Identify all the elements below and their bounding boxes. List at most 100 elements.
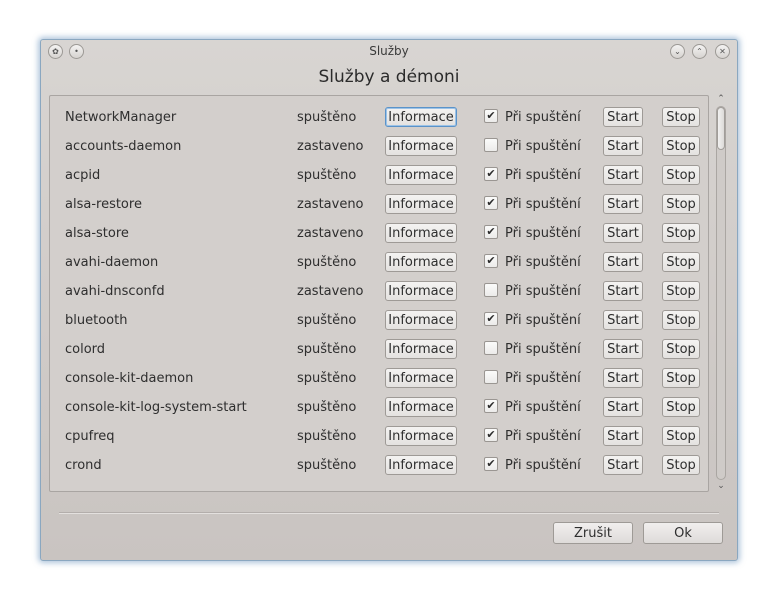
footer-separator bbox=[59, 512, 719, 514]
start-button[interactable]: Start bbox=[603, 223, 643, 243]
on-boot-label[interactable]: Při spuštění bbox=[505, 400, 581, 415]
on-boot-checkbox[interactable] bbox=[484, 138, 498, 152]
service-status: spuštěno bbox=[297, 429, 357, 444]
stop-button[interactable]: Stop bbox=[662, 107, 700, 127]
minimize-icon[interactable]: ⌄ bbox=[670, 44, 685, 59]
info-button[interactable]: Informace bbox=[385, 194, 457, 214]
start-button[interactable]: Start bbox=[603, 165, 643, 185]
stop-button[interactable]: Stop bbox=[662, 310, 700, 330]
service-row: accounts-daemon zastaveno Informace Při spu… bbox=[50, 133, 708, 162]
start-button[interactable]: Start bbox=[603, 194, 643, 214]
maximize-icon[interactable]: ⌃ bbox=[692, 44, 707, 59]
on-boot-checkbox[interactable] bbox=[484, 341, 498, 355]
service-row: alsa-store zastaveno Informace ✔ Při spuštěn… bbox=[50, 220, 708, 249]
service-row: cpufreq spuštěno Informace ✔ Při spuštění Sta… bbox=[50, 423, 708, 452]
service-row: console-kit-log-system-start spuštěno Info… bbox=[50, 394, 708, 423]
service-row: colord spuštěno Informace Při spuštění Start… bbox=[50, 336, 708, 365]
stop-button[interactable]: Stop bbox=[662, 397, 700, 417]
service-status: spuštěno bbox=[297, 400, 357, 415]
service-status: spuštěno bbox=[297, 342, 357, 357]
start-button[interactable]: Start bbox=[603, 455, 643, 475]
on-boot-label[interactable]: Při spuštění bbox=[505, 371, 581, 386]
info-button[interactable]: Informace bbox=[385, 107, 457, 127]
info-button[interactable]: Informace bbox=[385, 397, 457, 417]
on-boot-checkbox[interactable] bbox=[484, 283, 498, 297]
on-boot-checkbox[interactable]: ✔ bbox=[484, 312, 498, 326]
stop-button[interactable]: Stop bbox=[662, 339, 700, 359]
service-status: spuštěno bbox=[297, 458, 357, 473]
services-list: NetworkManager spuštěno Informace ✔ Při spuš… bbox=[49, 95, 709, 492]
service-status: zastaveno bbox=[297, 197, 364, 212]
info-button[interactable]: Informace bbox=[385, 252, 457, 272]
on-boot-label[interactable]: Při spuštění bbox=[505, 458, 581, 473]
on-boot-label[interactable]: Při spuštění bbox=[505, 197, 581, 212]
on-boot-label[interactable]: Při spuštění bbox=[505, 284, 581, 299]
info-button[interactable]: Informace bbox=[385, 136, 457, 156]
stop-button[interactable]: Stop bbox=[662, 165, 700, 185]
on-boot-label[interactable]: Při spuštění bbox=[505, 168, 581, 183]
on-boot-checkbox[interactable]: ✔ bbox=[484, 225, 498, 239]
on-boot-checkbox[interactable]: ✔ bbox=[484, 196, 498, 210]
stop-button[interactable]: Stop bbox=[662, 252, 700, 272]
on-boot-checkbox[interactable]: ✔ bbox=[484, 167, 498, 181]
service-name: NetworkManager bbox=[65, 110, 177, 125]
service-name: console-kit-daemon bbox=[65, 371, 194, 386]
on-boot-checkbox[interactable] bbox=[484, 370, 498, 384]
info-button[interactable]: Informace bbox=[385, 368, 457, 388]
service-row: avahi-daemon spuštěno Informace ✔ Při spuště… bbox=[50, 249, 708, 278]
stop-button[interactable]: Stop bbox=[662, 194, 700, 214]
service-status: spuštěno bbox=[297, 371, 357, 386]
info-button[interactable]: Informace bbox=[385, 223, 457, 243]
on-boot-checkbox[interactable]: ✔ bbox=[484, 428, 498, 442]
scrollbar-thumb[interactable] bbox=[717, 107, 725, 150]
on-boot-checkbox[interactable]: ✔ bbox=[484, 457, 498, 471]
info-button[interactable]: Informace bbox=[385, 165, 457, 185]
start-button[interactable]: Start bbox=[603, 397, 643, 417]
cancel-button[interactable]: Zrušit bbox=[553, 522, 633, 544]
start-button[interactable]: Start bbox=[603, 426, 643, 446]
stop-button[interactable]: Stop bbox=[662, 223, 700, 243]
service-name: cpufreq bbox=[65, 429, 115, 444]
service-row: NetworkManager spuštěno Informace ✔ Při spuš… bbox=[50, 104, 708, 133]
service-row: acpid spuštěno Informace ✔ Při spuštění Start… bbox=[50, 162, 708, 191]
on-boot-label[interactable]: Při spuštění bbox=[505, 342, 581, 357]
close-icon[interactable]: ✕ bbox=[715, 44, 730, 59]
on-boot-label[interactable]: Při spuštění bbox=[505, 255, 581, 270]
stop-button[interactable]: Stop bbox=[662, 426, 700, 446]
on-boot-label[interactable]: Při spuštění bbox=[505, 313, 581, 328]
on-boot-label[interactable]: Při spuštění bbox=[505, 110, 581, 125]
ok-button[interactable]: Ok bbox=[643, 522, 723, 544]
page-title: Služby a démoni bbox=[318, 67, 460, 87]
info-button[interactable]: Informace bbox=[385, 339, 457, 359]
stop-button[interactable]: Stop bbox=[662, 281, 700, 301]
start-button[interactable]: Start bbox=[603, 107, 643, 127]
on-boot-label[interactable]: Při spuštění bbox=[505, 226, 581, 241]
start-button[interactable]: Start bbox=[603, 310, 643, 330]
on-boot-checkbox[interactable]: ✔ bbox=[484, 109, 498, 123]
on-boot-checkbox[interactable]: ✔ bbox=[484, 399, 498, 413]
scroll-down-icon[interactable]: ⌄ bbox=[715, 481, 727, 491]
info-button[interactable]: Informace bbox=[385, 281, 457, 301]
vertical-scrollbar[interactable]: ⌃ ⌄ bbox=[713, 94, 729, 492]
window-title: Služby bbox=[369, 44, 409, 58]
start-button[interactable]: Start bbox=[603, 136, 643, 156]
start-button[interactable]: Start bbox=[603, 281, 643, 301]
stop-button[interactable]: Stop bbox=[662, 136, 700, 156]
on-boot-label[interactable]: Při spuštění bbox=[505, 429, 581, 444]
start-button[interactable]: Start bbox=[603, 252, 643, 272]
stop-button[interactable]: Stop bbox=[662, 368, 700, 388]
scroll-up-icon[interactable]: ⌃ bbox=[715, 94, 727, 104]
on-boot-label[interactable]: Při spuštění bbox=[505, 139, 581, 154]
service-name: avahi-daemon bbox=[65, 255, 159, 270]
service-status: spuštěno bbox=[297, 313, 357, 328]
on-boot-checkbox[interactable]: ✔ bbox=[484, 254, 498, 268]
service-row: alsa-restore zastaveno Informace ✔ Při spušt… bbox=[50, 191, 708, 220]
service-name: console-kit-log-system-start bbox=[65, 400, 247, 415]
info-button[interactable]: Informace bbox=[385, 455, 457, 475]
stop-button[interactable]: Stop bbox=[662, 455, 700, 475]
info-button[interactable]: Informace bbox=[385, 310, 457, 330]
start-button[interactable]: Start bbox=[603, 339, 643, 359]
info-button[interactable]: Informace bbox=[385, 426, 457, 446]
start-button[interactable]: Start bbox=[603, 368, 643, 388]
scrollbar-track[interactable] bbox=[716, 106, 726, 480]
